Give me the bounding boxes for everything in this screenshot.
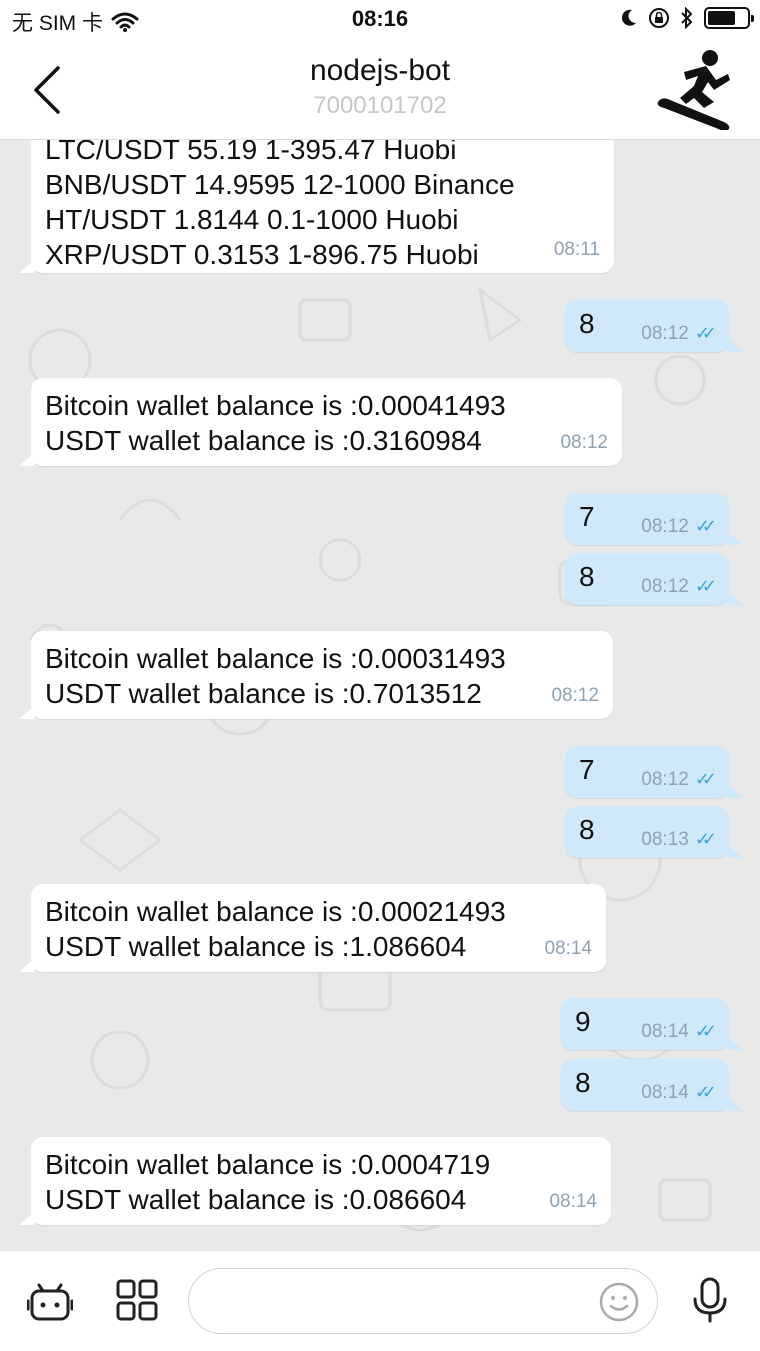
moon-icon — [621, 9, 636, 26]
message-bubble-outgoing[interactable]: 8 08:14 ✓✓ — [561, 1059, 743, 1111]
double-check-icon: ✓✓ — [694, 829, 717, 849]
carrier-label: 无 SIM 卡 — [12, 12, 104, 35]
smiley-icon[interactable] — [598, 1281, 640, 1323]
message-input[interactable] — [188, 1268, 658, 1334]
message-time: 08:11 — [553, 239, 600, 260]
message-time: 08:12 — [641, 576, 689, 597]
message-meta: 08:14 ✓✓ — [641, 1014, 717, 1049]
status-right — [620, 7, 754, 29]
grid-menu-icon[interactable] — [116, 1279, 158, 1321]
message-text: USDT wallet balance is :0.3160984 — [45, 425, 482, 456]
status-bar: 无 SIM 卡 08:16 — [0, 0, 760, 38]
message-meta: 08:12 ✓✓ — [641, 762, 717, 797]
double-check-icon: ✓✓ — [694, 769, 717, 789]
message-text: HT/USDT 1.8144 0.1-1000 Huobi — [45, 204, 459, 235]
message-text: XRP/USDT 0.3153 1-896.75 Huobi — [45, 239, 479, 270]
message-time: 08:14 — [544, 938, 592, 959]
message-meta: 08:12 ✓✓ — [641, 509, 717, 544]
message-bubble-outgoing[interactable]: 7 08:12 ✓✓ — [565, 493, 743, 545]
message-text: 7 — [579, 754, 595, 785]
double-check-icon: ✓✓ — [694, 323, 717, 343]
message-text: USDT wallet balance is :0.086604 — [45, 1184, 467, 1215]
double-check-icon: ✓✓ — [694, 576, 717, 596]
chat-subtitle: 7000101702 — [313, 92, 447, 119]
rotation-lock-icon — [649, 8, 669, 28]
message-meta: 08:12 ✓✓ — [641, 316, 717, 351]
message-meta: 08:14 ✓✓ — [641, 1075, 717, 1110]
bot-keyboard-icon[interactable] — [27, 1279, 73, 1323]
message-text: 9 — [575, 1006, 591, 1037]
message-time: 08:12 — [551, 685, 599, 706]
message-text: 8 — [579, 561, 595, 592]
message-bubble-incoming[interactable]: Bitcoin wallet balance is :0.00031493 US… — [19, 631, 613, 719]
snowboarder-icon[interactable] — [654, 46, 738, 130]
microphone-icon[interactable] — [690, 1277, 730, 1323]
message-meta: 08:13 ✓✓ — [641, 822, 717, 857]
double-check-icon: ✓✓ — [694, 516, 717, 536]
message-text: 8 — [575, 1067, 591, 1098]
message-bubble-incoming[interactable]: Bitcoin wallet balance is :0.00021493 US… — [19, 884, 606, 972]
chat-title-block[interactable]: nodejs-bot 7000101702 — [0, 54, 760, 120]
bluetooth-icon — [681, 7, 693, 29]
message-text: Bitcoin wallet balance is :0.00031493 — [45, 643, 506, 674]
message-bubble-incoming[interactable]: Bitcoin wallet balance is :0.00041493 US… — [19, 378, 622, 466]
message-meta: 08:12 ✓✓ — [641, 569, 717, 604]
message-bubble-outgoing[interactable]: 8 08:13 ✓✓ — [565, 806, 743, 858]
message-time: 08:12 — [560, 432, 608, 453]
status-left: 无 SIM 卡 — [12, 7, 139, 37]
chat-header: nodejs-bot 7000101702 — [0, 38, 760, 140]
message-bubble-incoming[interactable]: Bitcoin wallet balance is :0.0004719 USD… — [19, 1137, 611, 1225]
message-time: 08:14 — [641, 1021, 689, 1042]
message-bubble-outgoing[interactable]: 8 08:12 ✓✓ — [565, 300, 743, 352]
message-bubble-outgoing[interactable]: 9 08:14 ✓✓ — [561, 998, 743, 1050]
message-bubble-outgoing[interactable]: 8 08:12 ✓✓ — [565, 553, 743, 605]
message-bubble-incoming[interactable]: LTC/USDT 55.19 1-395.47 Huobi BNB/USDT 1… — [19, 140, 614, 273]
double-check-icon: ✓✓ — [694, 1021, 717, 1041]
message-text: USDT wallet balance is :0.7013512 — [45, 678, 482, 709]
message-time: 08:14 — [641, 1082, 689, 1103]
message-bubble-outgoing[interactable]: 7 08:12 ✓✓ — [565, 746, 743, 798]
message-text: Bitcoin wallet balance is :0.0004719 — [45, 1149, 491, 1180]
message-time: 08:12 — [641, 323, 689, 344]
battery-icon — [704, 7, 754, 29]
chat-area[interactable]: LTC/USDT 55.19 1-395.47 Huobi BNB/USDT 1… — [0, 140, 760, 1250]
message-time: 08:12 — [641, 516, 689, 537]
message-time: 08:12 — [641, 769, 689, 790]
message-text: 8 — [579, 308, 595, 339]
double-check-icon: ✓✓ — [694, 1082, 717, 1102]
message-text: Bitcoin wallet balance is :0.00021493 — [45, 896, 506, 927]
message-time: 08:13 — [641, 829, 689, 850]
message-text: 7 — [579, 501, 595, 532]
message-text: 8 — [579, 814, 595, 845]
wifi-icon — [111, 12, 139, 32]
message-text: BNB/USDT 14.9595 12-1000 Binance — [45, 169, 515, 200]
input-bar — [0, 1250, 760, 1351]
message-text: LTC/USDT 55.19 1-395.47 Huobi — [45, 140, 457, 165]
chat-title: nodejs-bot — [309, 54, 451, 87]
message-text: USDT wallet balance is :1.086604 — [45, 931, 467, 962]
message-text: Bitcoin wallet balance is :0.00041493 — [45, 390, 506, 421]
message-time: 08:14 — [549, 1191, 597, 1212]
